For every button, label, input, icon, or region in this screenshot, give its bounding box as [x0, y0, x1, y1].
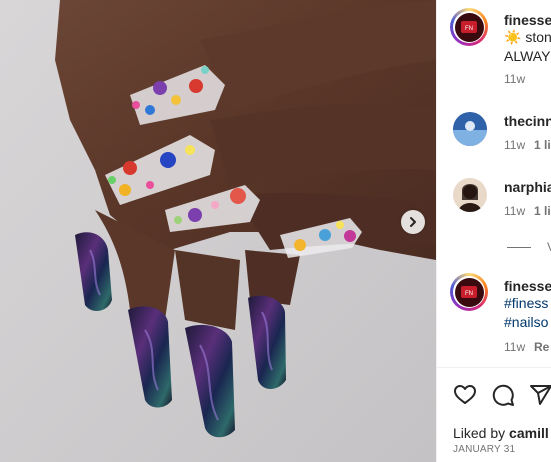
comment-time[interactable]: 11w — [504, 204, 525, 218]
avatar[interactable] — [453, 178, 487, 212]
view-replies-label: V — [547, 240, 551, 254]
divider — [507, 246, 531, 248]
person-photo-icon — [453, 178, 487, 212]
chevron-right-icon — [407, 216, 419, 228]
comment-username[interactable]: narphia — [504, 179, 551, 195]
action-bar — [453, 383, 551, 407]
comment-time[interactable]: 11w — [504, 340, 525, 354]
liked-by: Liked by camill — [453, 425, 549, 441]
finesse-logo-icon: FN — [454, 12, 484, 42]
comment-time[interactable]: 11w — [504, 138, 525, 152]
post-date[interactable]: JANUARY 31 — [453, 444, 515, 455]
divider — [437, 367, 551, 368]
post-photo[interactable] — [0, 0, 436, 462]
comment-likes[interactable]: 1 li — [534, 138, 551, 152]
sky-photo-icon — [453, 112, 487, 146]
share-icon[interactable] — [529, 383, 551, 407]
comment-username[interactable]: finesse — [504, 12, 551, 28]
hashtag-link[interactable]: #finess — [504, 294, 548, 313]
comment-username[interactable]: finesse — [504, 278, 551, 294]
comment-time[interactable]: 11w — [504, 72, 525, 86]
reply-button[interactable]: Re — [534, 340, 549, 354]
comment-icon[interactable] — [491, 383, 515, 407]
heart-icon[interactable] — [453, 383, 477, 407]
comment-text-line: ALWAYS — [504, 48, 551, 64]
nails-photo-illustration — [0, 0, 436, 462]
liked-by-user[interactable]: camill — [509, 425, 549, 441]
avatar[interactable]: FN — [450, 273, 488, 311]
next-photo-button[interactable] — [401, 210, 425, 234]
avatar[interactable] — [453, 112, 487, 146]
view-replies-button[interactable]: V — [507, 240, 551, 254]
comment-username[interactable]: thecinn — [504, 113, 551, 129]
liked-by-prefix: Liked by — [453, 425, 510, 441]
avatar[interactable]: FN — [450, 8, 488, 46]
svg-text:FN: FN — [465, 291, 473, 297]
comments-panel: FN finesse ☀️ ston ALWAYS 11w thecinn 11… — [436, 0, 551, 462]
comment-text-line: ☀️ ston — [504, 29, 551, 45]
finesse-logo-icon: FN — [454, 277, 484, 307]
hashtag-link[interactable]: #nailso — [504, 313, 548, 332]
svg-text:FN: FN — [465, 26, 473, 32]
comment-likes[interactable]: 1 li — [534, 204, 551, 218]
